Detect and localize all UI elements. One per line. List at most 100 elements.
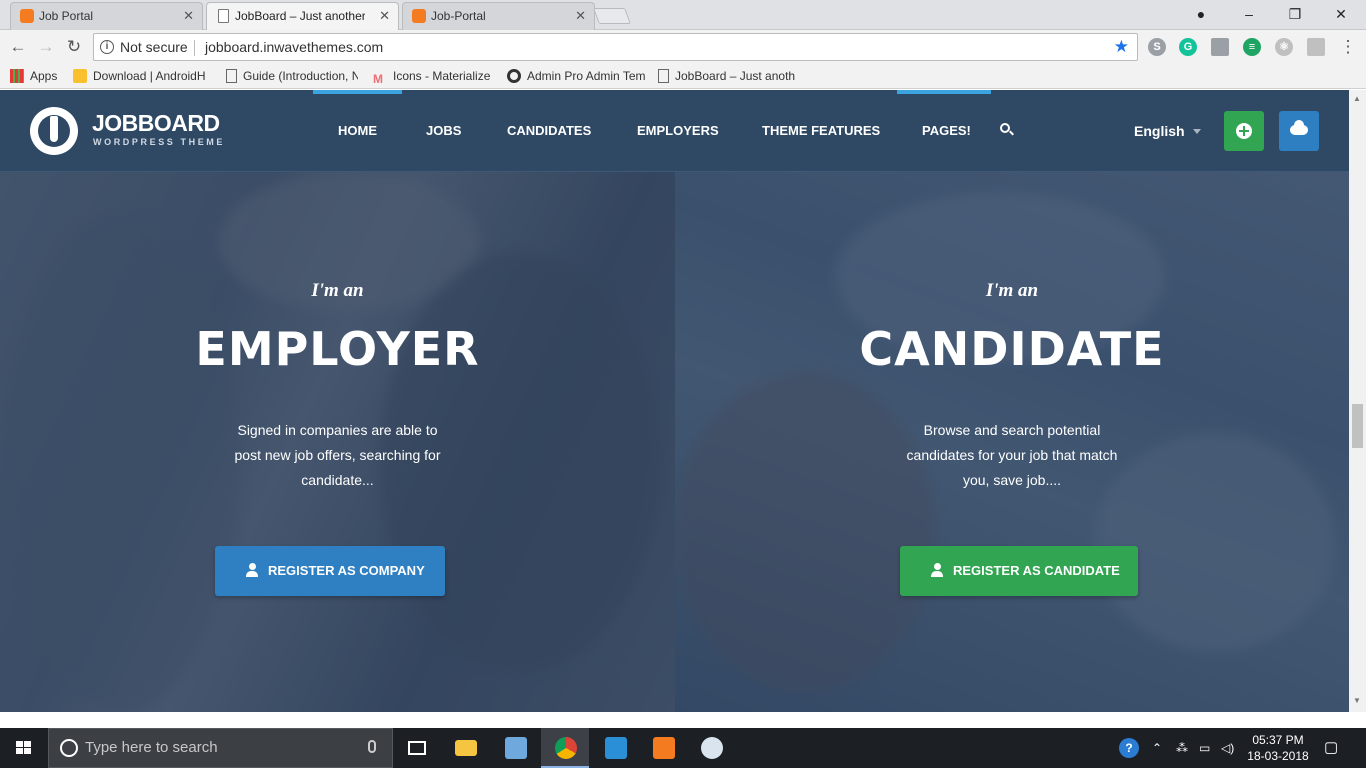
security-label[interactable]: Not secure (120, 34, 188, 60)
react-icon[interactable]: ⚛ (1275, 38, 1293, 56)
close-icon[interactable]: ✕ (575, 3, 586, 29)
android-icon (73, 69, 87, 83)
nav-candidates[interactable]: CANDIDATES (507, 123, 591, 138)
description-line: Signed in companies are able to (237, 422, 438, 438)
chrome-taskbar-button[interactable] (541, 728, 589, 768)
vscode-taskbar-button[interactable] (591, 728, 639, 768)
bookmark-label: Admin Pro Admin Tem (527, 69, 645, 83)
bookmark-label: JobBoard – Just anoth (675, 69, 795, 83)
skype-icon[interactable]: S (1148, 38, 1166, 56)
xampp-taskbar-button[interactable] (639, 728, 687, 768)
chevron-down-icon (1192, 129, 1201, 134)
forward-arrow-icon[interactable]: → (34, 35, 58, 59)
nav-employers[interactable]: EMPLOYERS (637, 123, 719, 138)
info-icon[interactable]: i (100, 40, 114, 54)
nav-home[interactable]: HOME (338, 123, 377, 138)
browser-tab-jobboard[interactable]: JobBoard – Just another W ✕ (206, 2, 399, 30)
scroll-down-icon[interactable]: ▼ (1353, 696, 1361, 705)
divider (194, 40, 195, 56)
browser-toolbar: ← → ↻ i Not secure jobboard.inwavethemes… (0, 30, 1366, 64)
nav-active-indicator (313, 90, 402, 94)
bookmark-materialize[interactable]: M Icons - Materialize (373, 69, 498, 86)
description-line: post new job offers, searching for (234, 447, 441, 463)
notification-icon[interactable]: ▢ (1324, 728, 1338, 768)
xampp-icon (653, 737, 675, 759)
register-company-button[interactable]: REGISTER AS COMPANY (215, 546, 445, 596)
back-arrow-icon[interactable]: ← (6, 35, 30, 59)
new-tab-button[interactable] (593, 8, 631, 24)
search-icon[interactable] (1000, 123, 1014, 137)
browser-tab-strip: Job Portal ✕ JobBoard – Just another W ✕… (0, 0, 1366, 30)
bookmark-apps[interactable]: Apps (10, 69, 70, 83)
clock-date: 18-03-2018 (1247, 749, 1309, 763)
help-icon[interactable]: ? (1119, 728, 1141, 768)
page-scrollbar[interactable]: ▲ ▼ (1349, 90, 1366, 712)
window-close-button[interactable]: ✕ (1318, 0, 1364, 30)
candidate-pretitle: I'm an (985, 280, 1039, 301)
windows-logo-icon (16, 741, 32, 755)
materialize-icon: M (373, 72, 383, 86)
grammarly-icon[interactable]: G (1179, 38, 1197, 56)
scroll-up-icon[interactable]: ▲ (1353, 94, 1361, 103)
cast-icon[interactable] (1307, 38, 1325, 56)
nav-active-indicator (897, 90, 991, 94)
reload-icon[interactable]: ↻ (62, 35, 86, 59)
profile-icon[interactable]: ● (1178, 0, 1224, 30)
app-3d-button[interactable] (491, 728, 539, 768)
chat-extension-icon[interactable]: ≡ (1243, 38, 1261, 56)
paint-taskbar-button[interactable] (687, 728, 735, 768)
bookmark-android[interactable]: Download | AndroidH (73, 69, 213, 83)
system-clock[interactable]: 05:37 PM 18-03-2018 (1238, 732, 1318, 764)
close-icon[interactable]: ✕ (183, 3, 194, 29)
microphone-icon[interactable] (368, 740, 376, 753)
logo-title[interactable]: JOBBOARD (92, 110, 220, 137)
address-bar[interactable]: i Not secure jobboard.inwavethemes.com ★ (93, 33, 1138, 61)
bookmark-star-icon[interactable]: ★ (1114, 34, 1129, 60)
folder-icon (455, 740, 477, 756)
post-job-button[interactable] (1224, 111, 1264, 151)
file-explorer-button[interactable] (441, 728, 489, 768)
description-line: candidates for your job that match (906, 447, 1118, 463)
taskbar-search-input[interactable]: Type here to search (48, 728, 393, 768)
chevron-up-icon[interactable]: ⌃ (1152, 728, 1162, 768)
nav-jobs[interactable]: JOBS (426, 123, 461, 138)
description-line: you, save job.... (962, 472, 1062, 488)
candidate-title: CANDIDATE (859, 322, 1165, 376)
bookmark-jobboard[interactable]: JobBoard – Just anoth (658, 69, 795, 83)
start-button[interactable] (0, 728, 48, 768)
logo-subtitle: WORDPRESS THEME (93, 137, 226, 147)
logo-icon[interactable] (30, 107, 78, 155)
close-icon[interactable]: ✕ (379, 3, 390, 29)
site-header: JOBBOARD WORDPRESS THEME HOME JOBS CANDI… (0, 90, 1349, 172)
extension-icon[interactable] (1211, 38, 1229, 56)
minimize-button[interactable]: – (1226, 0, 1272, 30)
description-line: candidate... (301, 472, 374, 488)
bookmark-adminpro[interactable]: Admin Pro Admin Tem (507, 69, 645, 83)
nav-pages[interactable]: PAGES! (922, 123, 971, 138)
wifi-icon[interactable]: ⁂ (1176, 728, 1188, 768)
tab-title: Job-Portal (431, 9, 486, 23)
browser-tab-job-portal-2[interactable]: Job-Portal ✕ (402, 2, 595, 30)
task-view-button[interactable] (393, 728, 441, 768)
bookmark-label: Icons - Materialize (393, 69, 491, 83)
register-candidate-button[interactable]: REGISTER AS CANDIDATE (900, 546, 1138, 596)
upload-cv-button[interactable] (1279, 111, 1319, 151)
cortana-icon (60, 739, 78, 757)
browser-tab-job-portal[interactable]: Job Portal ✕ (10, 2, 203, 30)
battery-icon[interactable]: ▭ (1199, 728, 1210, 768)
restore-button[interactable]: ❐ (1272, 0, 1318, 30)
tab-title: Job Portal (39, 9, 94, 23)
employer-title: EMPLOYER (195, 322, 480, 376)
menu-icon[interactable]: ⋮ (1336, 35, 1360, 59)
cube-icon (505, 737, 527, 759)
candidate-panel: I'm an CANDIDATE Browse and search poten… (675, 172, 1349, 712)
volume-icon[interactable]: ◁) (1221, 728, 1234, 768)
employer-panel: I'm an EMPLOYER Signed in companies are … (0, 172, 675, 712)
cloud-icon (1290, 120, 1308, 135)
scrollbar-thumb[interactable] (1352, 404, 1363, 448)
adminpro-icon (507, 69, 521, 83)
url-text[interactable]: jobboard.inwavethemes.com (205, 34, 383, 60)
language-selector[interactable]: English (1134, 123, 1201, 139)
nav-theme-features[interactable]: THEME FEATURES (762, 123, 880, 138)
bookmark-guide[interactable]: Guide (Introduction, N (226, 69, 358, 83)
